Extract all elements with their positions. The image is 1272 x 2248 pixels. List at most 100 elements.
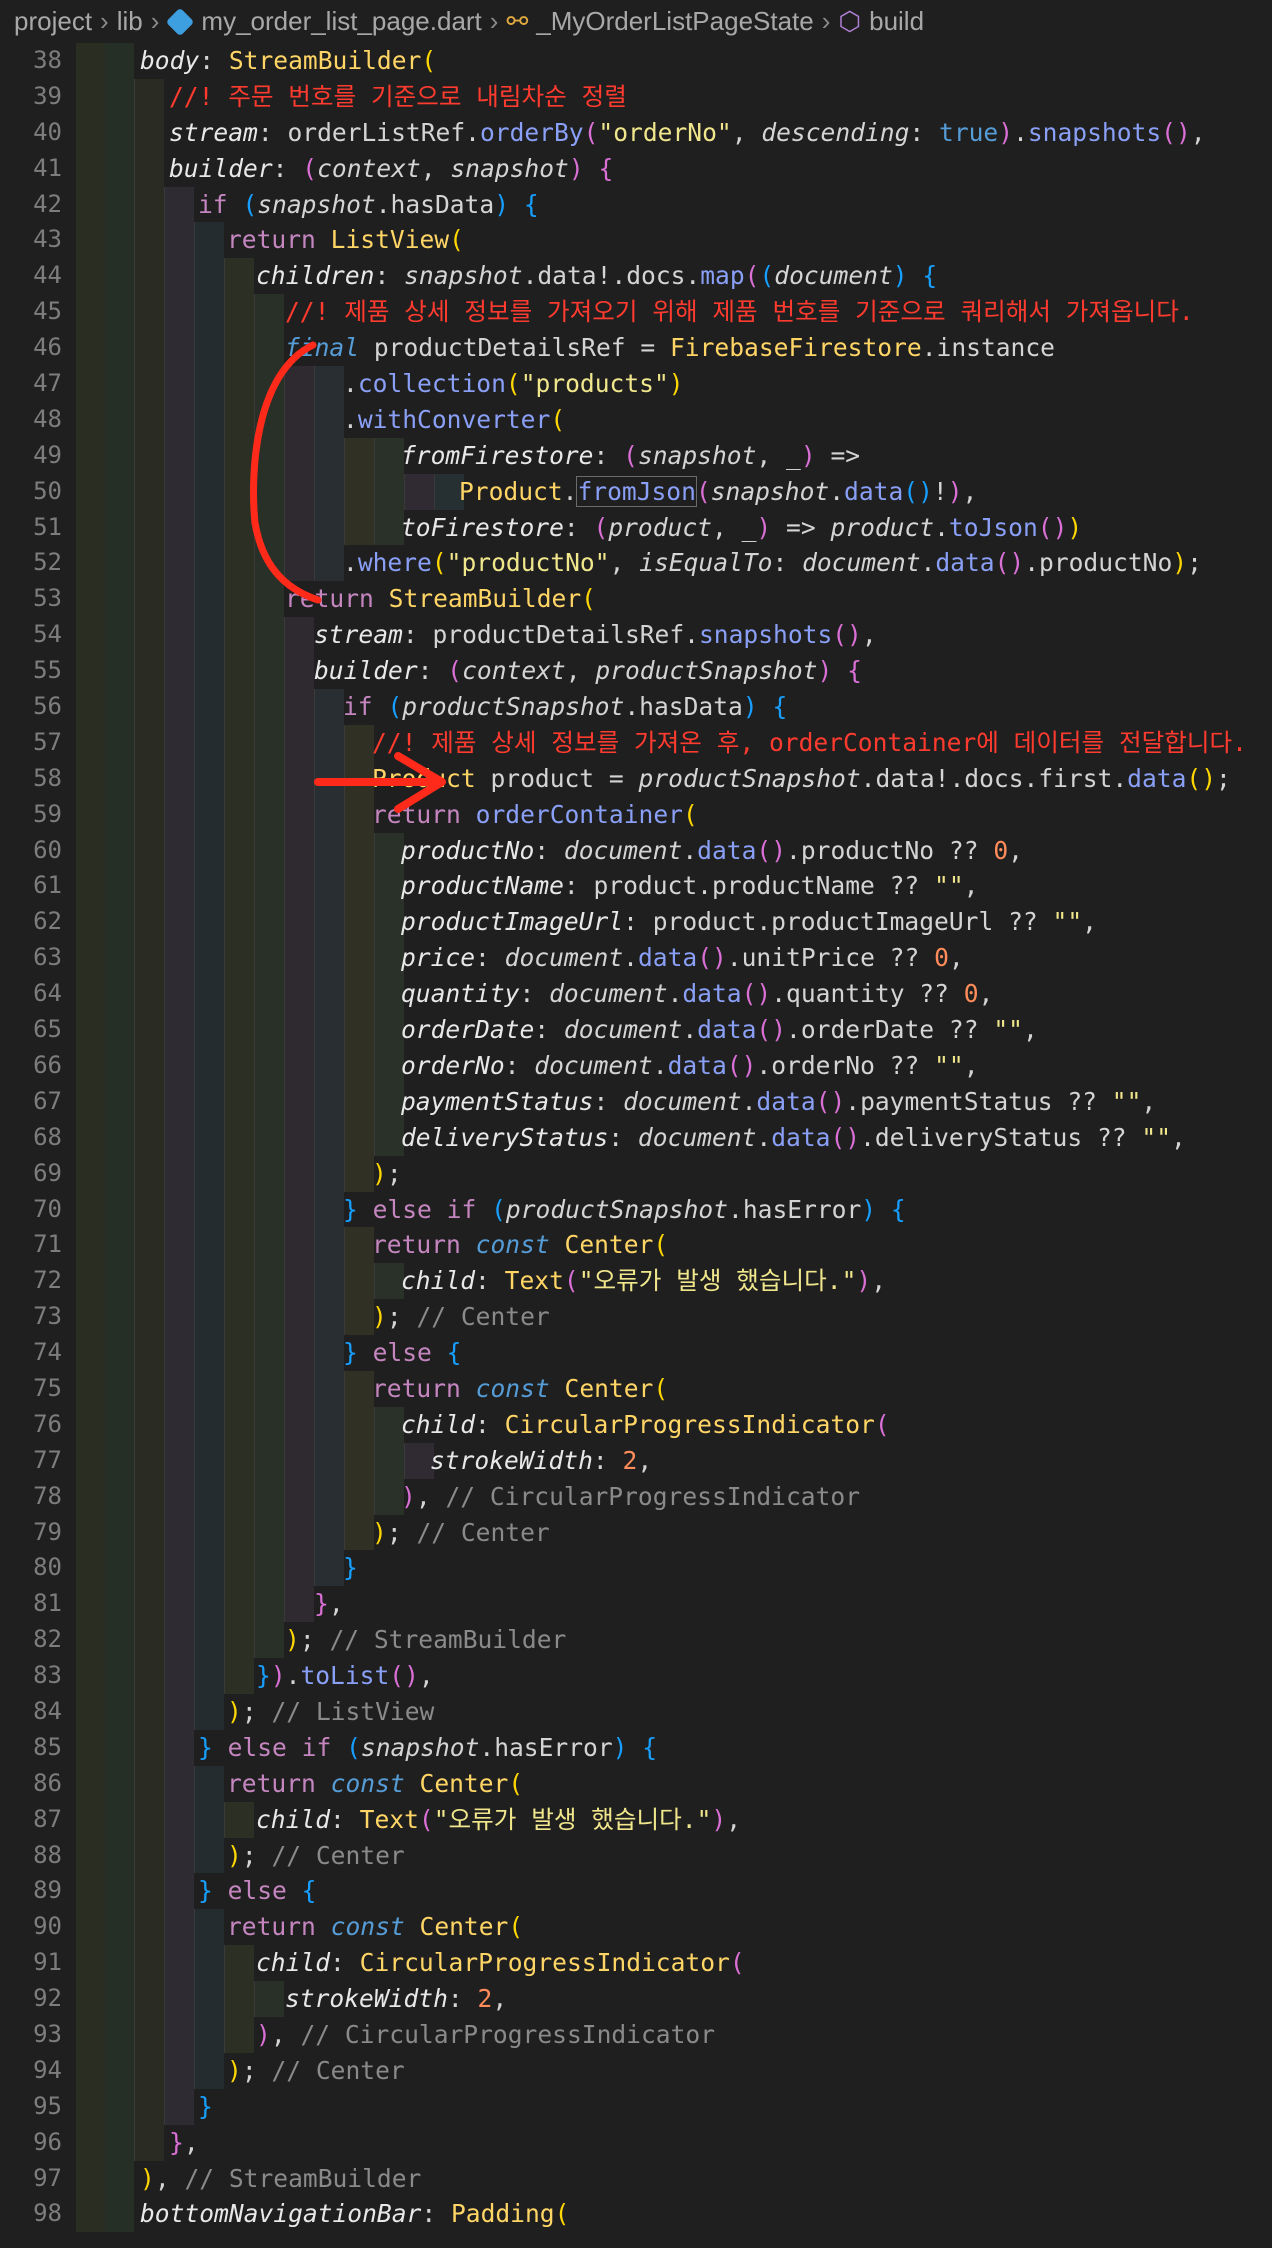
code-line[interactable]: 51 toFirestore: (product, _) => product.t… xyxy=(0,509,1272,546)
code-token: ) xyxy=(372,1517,387,1547)
code-token: { xyxy=(598,153,614,183)
code-line[interactable]: 74} else { xyxy=(0,1335,1272,1371)
code-token: snapshots xyxy=(698,620,833,650)
code-text: if (productSnapshot.hasData) { xyxy=(343,689,787,725)
code-line[interactable]: 55 builder: (context, productSnapshot) { xyxy=(0,653,1272,690)
code-line[interactable]: 46 final productDetailsRef = FirebaseFire… xyxy=(0,330,1272,367)
code-line[interactable]: 77 strokeWidth: 2, xyxy=(0,1442,1272,1479)
code-line[interactable]: 62 productImageUrl: product.productImageU… xyxy=(0,904,1272,941)
code-line[interactable]: 88); // Center xyxy=(0,1837,1272,1874)
code-line[interactable]: 84); // ListView xyxy=(0,1693,1272,1730)
code-line[interactable]: 38 body: StreamBuilder( xyxy=(0,43,1272,79)
code-token: snapshot xyxy=(257,189,376,219)
code-line[interactable]: 83}).toList(), xyxy=(0,1658,1272,1694)
code-line[interactable]: 42 if (snapshot.hasData) { xyxy=(0,186,1272,223)
code-token: : xyxy=(447,1984,478,2014)
code-line[interactable]: 80} xyxy=(0,1550,1272,1587)
code-line[interactable]: 44 children: snapshot.data!.docs.map((doc… xyxy=(0,258,1272,295)
code-line[interactable]: 79); // Center xyxy=(0,1514,1272,1551)
code-text: .where("productNo", isEqualTo: document.… xyxy=(343,545,1202,581)
line-number: 82 xyxy=(33,1625,62,1654)
code-line[interactable]: 95} xyxy=(0,2088,1272,2125)
code-token: .deliveryStatus ?? xyxy=(860,1122,1142,1152)
code-line[interactable]: 89} else { xyxy=(0,1873,1272,1910)
code-line[interactable]: 63 price: document.data().unitPrice ?? 0, xyxy=(0,940,1272,977)
code-token: : xyxy=(772,548,803,578)
code-token: data xyxy=(682,979,742,1009)
code-line[interactable]: 58 Product product = productSnapshot.data… xyxy=(0,760,1272,797)
breadcrumb-item-project[interactable]: project xyxy=(14,6,92,37)
code-line[interactable]: 71 return const Center( xyxy=(0,1227,1272,1264)
code-line[interactable]: 56 if (productSnapshot.hasData) { xyxy=(0,689,1272,725)
code-line[interactable]: 59 return orderContainer( xyxy=(0,796,1272,833)
code-line[interactable]: 52 .where("productNo", isEqualTo: documen… xyxy=(0,545,1272,582)
code-line[interactable]: 90 return const Center( xyxy=(0,1909,1272,1946)
line-number: 50 xyxy=(33,476,62,505)
code-token: () xyxy=(741,979,772,1009)
code-line[interactable]: 50 Product.fromJson(snapshot.data()!), xyxy=(0,473,1272,510)
code-text: return const Center( xyxy=(372,1371,668,1407)
code-token: orderContainer xyxy=(475,799,683,829)
code-text: } else if (snapshot.hasError) { xyxy=(198,1730,657,1766)
code-line[interactable]: 41 builder: (context, snapshot) { xyxy=(0,150,1272,187)
code-token: , xyxy=(861,620,877,650)
code-line[interactable]: 67 paymentStatus: document.data().payment… xyxy=(0,1083,1272,1120)
line-number: 38 xyxy=(33,46,62,74)
code-line[interactable]: 75 return const Center( xyxy=(0,1370,1272,1407)
code-token: ( xyxy=(759,261,775,291)
code-line[interactable]: 64 quantity: document.data().quantity ?? … xyxy=(0,976,1272,1013)
code-token: , xyxy=(492,1984,508,2014)
code-line[interactable]: 87 child: Text("오류가 발생 했습니다."), xyxy=(0,1801,1272,1838)
code-line[interactable]: 97), // StreamBuilder xyxy=(0,2160,1272,2197)
code-line[interactable]: 60 productNo: document.data().productNo ?… xyxy=(0,832,1272,869)
code-token: ) xyxy=(892,261,908,291)
line-number: 68 xyxy=(33,1122,62,1151)
code-token: CircularProgressIndicator xyxy=(359,1948,730,1978)
code-line[interactable]: 78), // CircularProgressIndicator xyxy=(0,1478,1272,1515)
code-line[interactable]: 98 bottomNavigationBar: Padding( xyxy=(0,2196,1272,2233)
code-text: //! 주문 번호를 기준으로 내림차순 정렬 xyxy=(169,79,627,115)
breadcrumb-item-class[interactable]: _MyOrderListPageState xyxy=(536,6,813,37)
code-line[interactable]: 72 child: Text("오류가 발생 했습니다."), xyxy=(0,1263,1272,1300)
indent-guides xyxy=(76,760,374,797)
code-line[interactable]: 53 return StreamBuilder( xyxy=(0,581,1272,618)
code-line[interactable]: 92 strokeWidth: 2, xyxy=(0,1981,1272,2017)
code-line[interactable]: 91 child: CircularProgressIndicator( xyxy=(0,1945,1272,1982)
code-text: ); // StreamBuilder xyxy=(285,1622,566,1658)
code-line[interactable]: 85} else if (snapshot.hasError) { xyxy=(0,1729,1272,1766)
code-line[interactable]: 94); // Center xyxy=(0,2052,1272,2089)
code-line[interactable]: 45 //! 제품 상세 정보를 가져오기 위해 제품 번호를 기준으로 쿼리해서… xyxy=(0,294,1272,331)
code-line[interactable]: 82 ); // StreamBuilder xyxy=(0,1622,1272,1659)
code-line[interactable]: 81}, xyxy=(0,1586,1272,1623)
code-line[interactable]: 47 .collection("products") xyxy=(0,366,1272,402)
code-line[interactable]: 61 productName: product.productName ?? ""… xyxy=(0,868,1272,905)
code-token: => xyxy=(771,512,831,542)
code-line[interactable]: 96}, xyxy=(0,2124,1272,2161)
breadcrumb-item-lib[interactable]: lib xyxy=(117,6,143,37)
code-editor[interactable]: 38 body: StreamBuilder(39//! 주문 번호를 기준으로 … xyxy=(0,43,1272,2248)
line-number: 61 xyxy=(33,871,62,900)
code-line[interactable]: 73); // Center xyxy=(0,1299,1272,1336)
code-line[interactable]: 43 return ListView( xyxy=(0,222,1272,259)
code-line[interactable]: 65 orderDate: document.data().orderDate ?… xyxy=(0,1012,1272,1048)
code-line[interactable]: 66 orderNo: document.data().orderNo ?? ""… xyxy=(0,1047,1272,1084)
code-line[interactable]: 48 .withConverter( xyxy=(0,401,1272,438)
breadcrumb-item-file[interactable]: my_order_list_page.dart xyxy=(201,6,481,37)
breadcrumb-item-method[interactable]: build xyxy=(869,6,924,37)
code-line[interactable]: 39 //! 주문 번호를 기준으로 내림차순 정렬 xyxy=(0,78,1272,115)
code-token: const xyxy=(475,1230,550,1260)
code-line[interactable]: 70} else if (productSnapshot.hasError) { xyxy=(0,1191,1272,1228)
code-line[interactable]: 69); xyxy=(0,1155,1272,1192)
code-line[interactable]: 49 fromFirestore: (snapshot, _) => xyxy=(0,437,1272,474)
code-token: return xyxy=(227,1912,316,1942)
indent-guides xyxy=(76,2160,134,2197)
code-line[interactable]: 40 stream: orderListRef.orderBy("orderNo"… xyxy=(0,114,1272,151)
code-line[interactable]: 93), // CircularProgressIndicator xyxy=(0,2016,1272,2053)
code-line[interactable]: 57 //! 제품 상세 정보를 가져온 후, orderContainer에 데… xyxy=(0,724,1272,761)
code-line[interactable]: 54 stream: productDetailsRef.snapshots(), xyxy=(0,617,1272,654)
code-line[interactable]: 76 child: CircularProgressIndicator( xyxy=(0,1406,1272,1443)
code-token: ( xyxy=(505,369,521,399)
code-line[interactable]: 68 deliveryStatus: document.data().delive… xyxy=(0,1119,1272,1156)
code-line[interactable]: 86 return const Center( xyxy=(0,1765,1272,1802)
